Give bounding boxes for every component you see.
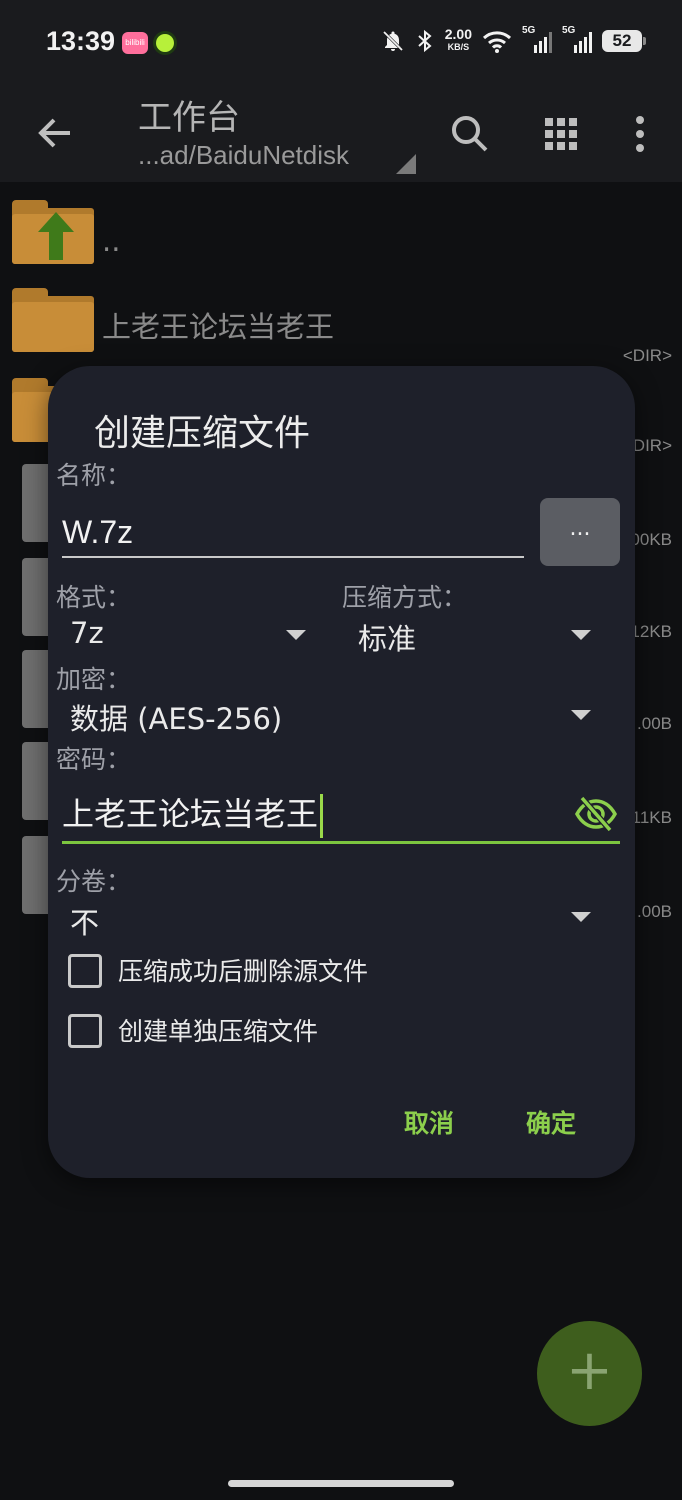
chevron-down-icon bbox=[571, 710, 591, 720]
file-meta: <DIR> bbox=[622, 346, 672, 365]
split-label: 分卷： bbox=[56, 867, 132, 896]
folder-icon bbox=[12, 288, 94, 352]
list-item[interactable]: 上老王论坛当老王 <DIR> bbox=[0, 288, 682, 378]
app-notification-icon bbox=[156, 34, 174, 52]
create-archive-dialog: 创建压缩文件 名称： W.7z ... 格式： 7z 压缩方式： 标准 加密： … bbox=[48, 366, 635, 1178]
compression-label: 压缩方式： bbox=[342, 583, 468, 612]
compression-value: 标准 bbox=[358, 622, 417, 656]
list-item[interactable]: .. bbox=[0, 196, 682, 286]
gesture-nav-bar[interactable] bbox=[228, 1480, 454, 1487]
split-value: 不 bbox=[70, 906, 100, 940]
status-bar: 13:39 bilibili 2.00 KB/S 5G 5G 52 bbox=[0, 0, 682, 88]
grid-icon[interactable] bbox=[533, 106, 589, 162]
net-speed-unit: KB/S bbox=[447, 42, 470, 52]
password-label: 密码： bbox=[56, 745, 132, 774]
password-text: 上老王论坛当老王 bbox=[62, 795, 319, 833]
bluetooth-icon bbox=[418, 29, 432, 53]
parent-folder-icon bbox=[12, 200, 94, 264]
app-bar: 工作台 ...ad/BaiduNetdisk bbox=[0, 88, 682, 182]
file-meta: 12KB bbox=[630, 622, 672, 641]
encryption-value: 数据 (AES-256) bbox=[70, 702, 283, 736]
signal-icon: 5G bbox=[562, 25, 592, 53]
chevron-down-icon bbox=[286, 630, 306, 640]
encryption-label: 加密： bbox=[56, 665, 132, 694]
add-fab-button[interactable]: + bbox=[537, 1321, 642, 1426]
file-name: 上老王论坛当老王 bbox=[102, 310, 335, 344]
signal-icon: 5G bbox=[522, 25, 552, 53]
separate-archive-checkbox[interactable] bbox=[68, 1014, 102, 1048]
bell-off-icon bbox=[382, 30, 403, 52]
current-path[interactable]: ...ad/BaiduNetdisk bbox=[138, 140, 349, 171]
file-meta: .00B bbox=[637, 902, 672, 921]
status-time: 13:39 bbox=[46, 26, 116, 56]
password-input[interactable]: 上老王论坛当老王 bbox=[62, 786, 620, 844]
net-speed-value: 2.00 bbox=[444, 26, 472, 42]
path-dropdown-icon[interactable] bbox=[396, 154, 416, 174]
file-meta: 00KB bbox=[630, 530, 672, 549]
page-title: 工作台 bbox=[138, 98, 240, 138]
screen: 13:39 bilibili 2.00 KB/S 5G 5G 52 工作台 ..… bbox=[0, 0, 682, 1500]
archive-name-input[interactable]: W.7z bbox=[62, 506, 524, 558]
battery-icon: 52 bbox=[602, 30, 646, 52]
ok-button[interactable]: 确定 bbox=[526, 1104, 576, 1140]
cancel-button[interactable]: 取消 bbox=[404, 1104, 454, 1140]
format-value: 7z bbox=[70, 616, 104, 650]
name-label: 名称： bbox=[56, 461, 132, 490]
browse-button[interactable]: ... bbox=[540, 498, 620, 566]
more-vert-icon[interactable] bbox=[612, 106, 668, 162]
wifi-icon bbox=[482, 31, 512, 53]
search-icon[interactable] bbox=[442, 106, 498, 162]
net-speed: 2.00 KB/S bbox=[444, 26, 472, 54]
chevron-down-icon bbox=[571, 630, 591, 640]
file-name: .. bbox=[102, 224, 121, 258]
text-cursor bbox=[320, 794, 324, 838]
bilibili-icon: bilibili bbox=[122, 32, 148, 54]
chevron-down-icon bbox=[571, 912, 591, 922]
separate-archive-label: 创建单独压缩文件 bbox=[118, 1017, 319, 1046]
file-meta: .00B bbox=[637, 714, 672, 733]
back-arrow-icon[interactable] bbox=[30, 108, 80, 158]
dialog-title: 创建压缩文件 bbox=[94, 413, 311, 454]
status-icons: 2.00 KB/S 5G 5G 52 bbox=[381, 25, 646, 54]
format-label: 格式： bbox=[56, 583, 132, 612]
delete-source-checkbox[interactable] bbox=[68, 954, 102, 988]
visibility-off-icon[interactable] bbox=[574, 794, 618, 834]
delete-source-label: 压缩成功后删除源文件 bbox=[118, 957, 369, 986]
